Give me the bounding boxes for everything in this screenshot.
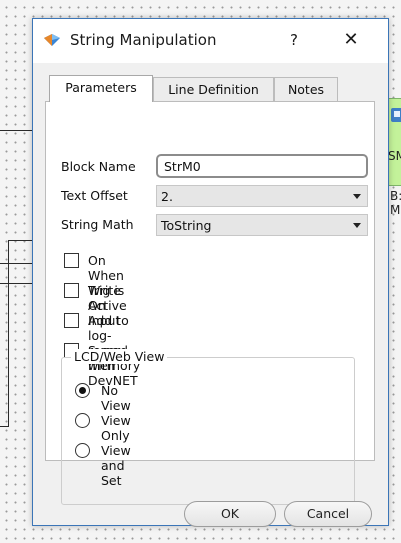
wire-segment (0, 263, 34, 264)
help-button[interactable]: ? (284, 29, 304, 51)
block-name-input[interactable]: StrM0 (156, 154, 368, 178)
radio-label: No View (101, 383, 131, 413)
block-label: SM (388, 149, 401, 163)
text-offset-label: Text Offset (61, 188, 128, 203)
text-offset-value: 2. (161, 189, 173, 204)
dialog-body: Parameters Line Definition Notes Block N… (33, 63, 388, 527)
string-block[interactable]: SM (387, 98, 401, 186)
cancel-button[interactable]: Cancel (284, 501, 372, 527)
block-name-label: Block Name (61, 159, 136, 174)
radio-button[interactable] (75, 413, 90, 428)
radio-label: View Only (101, 413, 131, 443)
checkbox-box[interactable] (64, 283, 79, 298)
close-button[interactable]: ✕ (339, 28, 363, 52)
string-manipulation-dialog: String Manipulation ? ✕ Parameters Line … (32, 18, 389, 527)
chevron-down-icon (353, 223, 361, 228)
chevron-down-icon (353, 194, 361, 199)
tab-parameters[interactable]: Parameters (49, 75, 153, 102)
title-bar[interactable]: String Manipulation ? ✕ (33, 19, 388, 63)
radio-label: View and Set (101, 443, 131, 488)
tab-line-definition[interactable]: Line Definition (153, 77, 274, 101)
dialog-title: String Manipulation (70, 31, 217, 49)
wire-segment (8, 240, 34, 241)
wire-segment (0, 283, 34, 284)
lcd-web-view-title: LCD/Web View (71, 349, 168, 364)
radio-button[interactable] (75, 443, 90, 458)
string-math-value: ToString (161, 218, 212, 233)
string-math-label: String Math (61, 217, 134, 232)
app-icon (44, 34, 60, 46)
wire-segment (0, 426, 9, 427)
ok-button[interactable]: OK (184, 501, 276, 527)
tab-notes[interactable]: Notes (274, 77, 338, 101)
wire-segment (0, 130, 34, 131)
checkbox-box[interactable] (64, 313, 79, 328)
block-port-label: B: (390, 189, 401, 203)
wire-segment (8, 240, 9, 426)
string-math-select[interactable]: ToString (156, 214, 368, 236)
block-port-label: M: (390, 203, 401, 217)
checkbox-box[interactable] (64, 253, 79, 268)
text-offset-select[interactable]: 2. (156, 185, 368, 207)
radio-button[interactable] (75, 383, 90, 398)
block-icon (391, 108, 401, 122)
